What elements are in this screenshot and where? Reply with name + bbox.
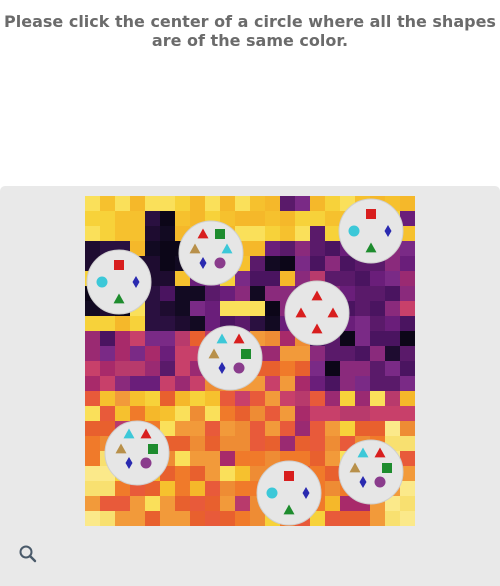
circle-8[interactable] bbox=[256, 460, 322, 526]
green-square bbox=[382, 463, 392, 473]
circle-background bbox=[197, 325, 263, 391]
challenge-image[interactable] bbox=[85, 196, 415, 526]
green-square bbox=[241, 349, 251, 359]
search-icon bbox=[19, 545, 37, 563]
circle-background bbox=[338, 439, 404, 505]
circle-7[interactable] bbox=[338, 439, 404, 505]
purple-circle bbox=[233, 362, 245, 374]
cyan-circle bbox=[348, 225, 360, 237]
instruction-text: Please click the center of a circle wher… bbox=[0, 0, 500, 60]
cyan-circle bbox=[96, 276, 108, 288]
circle-background bbox=[178, 220, 244, 286]
red-square bbox=[114, 260, 124, 270]
red-square bbox=[366, 209, 376, 219]
circles-layer bbox=[86, 198, 404, 526]
purple-circle bbox=[374, 476, 386, 488]
circle-3[interactable] bbox=[86, 249, 152, 315]
circle-background bbox=[104, 420, 170, 486]
green-square bbox=[215, 229, 225, 239]
green-square bbox=[148, 444, 158, 454]
circle-6[interactable] bbox=[104, 420, 170, 486]
red-square bbox=[284, 471, 294, 481]
instruction-line-1: Please click the center of a circle wher… bbox=[4, 12, 496, 31]
circle-4[interactable] bbox=[284, 280, 350, 346]
circle-1[interactable] bbox=[178, 220, 244, 286]
zoom-button[interactable] bbox=[16, 542, 40, 566]
circle-5[interactable] bbox=[197, 325, 263, 391]
purple-circle bbox=[214, 257, 226, 269]
instruction-line-2: are of the same color. bbox=[151, 31, 349, 50]
purple-circle bbox=[140, 457, 152, 469]
circle-2[interactable] bbox=[338, 198, 404, 264]
cyan-circle bbox=[266, 487, 278, 499]
